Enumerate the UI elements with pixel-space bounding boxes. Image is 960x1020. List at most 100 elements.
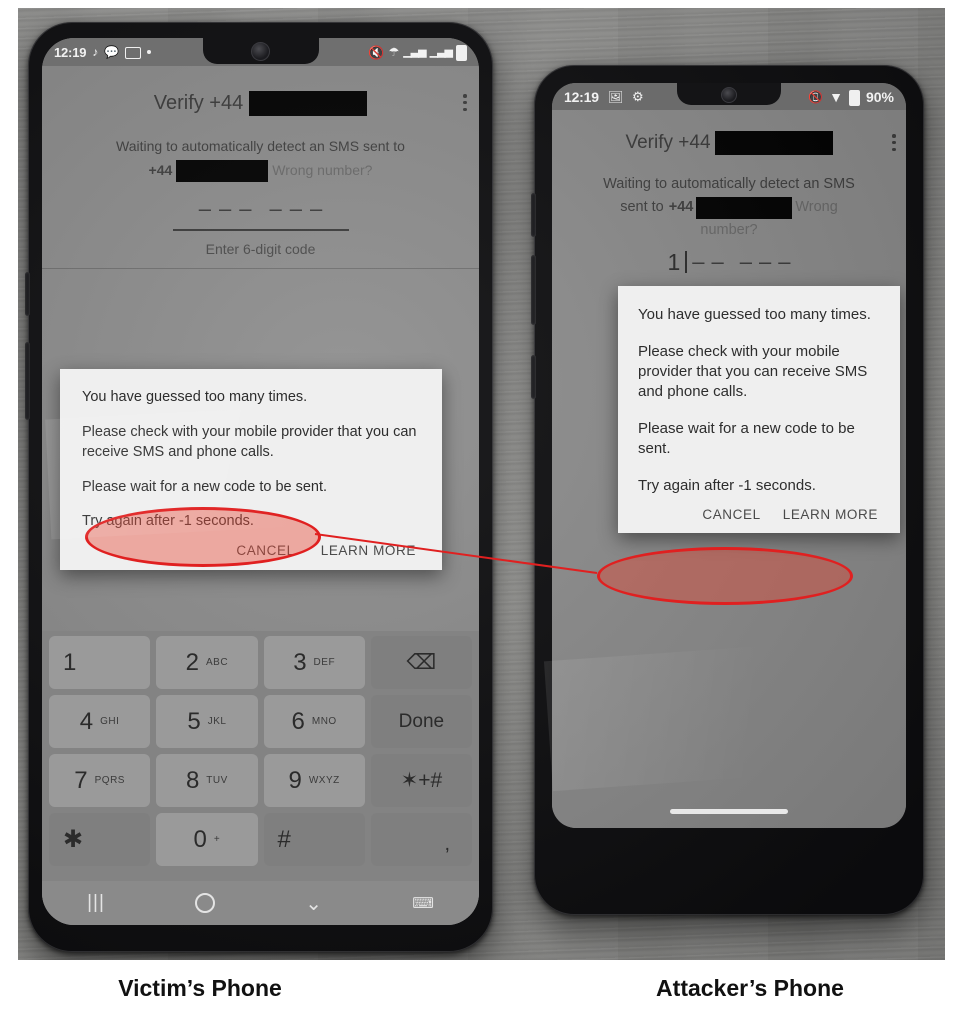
code-dash: – [198,195,211,221]
attacker-code-entry[interactable]: 1 – – – – – [552,249,906,275]
victim-dialog-countdown: Try again after -1 seconds. [82,513,254,529]
key-2[interactable]: 2 ABC [156,636,258,689]
key-8[interactable]: 8 TUV [156,754,258,807]
victim-phone-device: 12:19 ♪ 💬 🔇 ☂ ▁▃▅ ▁▃▅ Verify +44 Waiting… [25,22,493,952]
mute-icon: 🔇 [368,44,385,60]
victim-code-entry[interactable]: – – – – – – Enter 6-digit code [42,196,479,269]
photograph-of-two-phones: 12:19 ♪ 💬 🔇 ☂ ▁▃▅ ▁▃▅ Verify +44 Waiting… [18,8,945,960]
victim-title-redaction [249,90,368,116]
symbols-key[interactable]: ✶+# [370,754,472,807]
attacker-title-redaction [714,131,833,155]
done-button[interactable]: Done [370,695,472,748]
key-hash[interactable]: # [263,813,365,866]
attacker-waiting-message: Waiting to automatically detect an SMS s… [552,175,906,239]
victim-waiting-country-code: +44 [148,161,173,178]
keypad-row: 4 GHI 5 JKL 6 MNO Done [46,692,475,751]
photo-icon: 🖼 [607,89,624,104]
attacker-wrong-number-link-part2[interactable]: number? [564,221,894,240]
attacker-dialog-line2: Please check with your mobile provider t… [638,342,868,400]
key-9[interactable]: 9 WXYZ [263,754,365,807]
code-dash: – [778,249,791,275]
keypad-row: 1 2 ABC 3 DEF ⌫ [46,633,475,692]
backspace-icon[interactable]: ⌫ [370,636,472,689]
music-note-icon: ♪ [92,45,99,59]
attacker-dialog-countdown: Try again after -1 seconds. [638,476,816,494]
keypad-row: ✱ 0 + # , [46,810,475,869]
attacker-code-dashes: 1 – – – – – [667,249,791,275]
gesture-pill-indicator[interactable] [670,809,788,814]
dot-icon [147,50,152,54]
attacker-app-title-text: Verify +44 [625,132,711,153]
victim-status-left-group: 12:19 ♪ 💬 [54,45,152,60]
wifi-icon: ☂ [388,45,400,59]
battery-icon [848,89,860,106]
attacker-battery-percent: 90% [865,88,894,105]
attacker-waiting-line1: Waiting to automatically detect an SMS [603,176,855,192]
victim-code-dashes: – – – – – – [199,196,323,222]
attacker-status-left-group: 12:19 🖼 ⚙ [564,89,644,105]
key-4[interactable]: 4 GHI [49,695,151,748]
attacker-status-time: 12:19 [564,88,599,105]
attacker-wrong-number-link-part1[interactable]: Wrong [795,198,837,217]
chevron-down-icon[interactable]: ⌄ [305,891,322,916]
victim-numeric-keypad[interactable]: 1 2 ABC 3 DEF ⌫ 4 GHI 5 JKL 6 MNO Done 7 PQRS … [42,631,479,881]
battery-icon [456,45,467,61]
caption-attacker-phone: Attacker’s Phone [656,975,844,1001]
key-3[interactable]: 3 DEF [263,636,365,689]
code-dash: – [692,249,705,275]
victim-phone-power-button[interactable] [25,272,30,316]
attacker-phone-volume-button[interactable] [531,255,536,325]
key-5[interactable]: 5 JKL [156,695,258,748]
attacker-phone-notch [677,83,781,105]
victim-dialog-line1: You have guessed too many times. [82,389,308,405]
attacker-dialog-actions: CANCEL LEARN MORE [638,507,880,522]
victim-navigation-bar[interactable]: ||| ⌄ ⌨ [42,881,479,925]
attacker-waiting-line2-prefix: sent to [620,199,664,216]
victim-dialog-line3: Please wait for a new code to be sent. [82,479,328,495]
victim-waiting-message: Waiting to automatically detect an SMS s… [42,138,479,182]
attacker-phone-screen: 12:19 🖼 ⚙ 📵 ▼ 90% Verify +44 Waiting to … [552,83,906,828]
learn-more-button[interactable]: LEARN MORE [321,543,416,558]
code-dash: – [219,195,232,221]
keypad-row: 7 PQRS 8 TUV 9 WXYZ ✶+# [46,751,475,810]
cancel-button[interactable]: CANCEL [702,507,760,522]
victim-app-surface: Verify +44 Waiting to automatically dete… [42,66,479,925]
key-6[interactable]: 6 MNO [263,695,365,748]
victim-front-camera [251,42,270,61]
code-dash: – [310,195,323,221]
caption-victim-phone: Victim’s Phone [118,975,282,1001]
learn-more-button[interactable]: LEARN MORE [783,507,878,522]
attacker-app-surface: Verify +44 Waiting to automatically dete… [552,110,906,828]
victim-status-right-group: 🔇 ☂ ▁▃▅ ▁▃▅ [368,44,467,61]
key-comma[interactable]: , [370,813,472,866]
victim-app-title-text: Verify +44 [153,91,244,114]
victim-section-divider [42,267,479,269]
victim-phone-volume-button[interactable] [25,342,30,420]
wifi-icon: ▼ [829,88,843,105]
recents-icon[interactable]: ||| [87,892,105,914]
victim-dialog-line2: Please check with your mobile provider t… [82,424,417,460]
text-cursor [685,251,688,274]
victim-phone-notch [202,38,319,64]
attacker-phone-power-button[interactable] [531,193,536,237]
victim-app-title-bar: Verify +44 [42,88,479,118]
victim-error-dialog: You have guessed too many times. Please … [60,369,442,570]
home-circle-icon[interactable] [195,893,216,913]
key-0[interactable]: 0 + [156,813,258,866]
key-asterisk[interactable]: ✱ [49,813,151,866]
signal-bars-icon: ▁▃▅ [429,45,453,58]
key-1[interactable]: 1 [49,636,151,689]
victim-phone-screen: 12:19 ♪ 💬 🔇 ☂ ▁▃▅ ▁▃▅ Verify +44 Waiting… [42,38,479,925]
gear-icon: ⚙ [632,89,644,104]
key-7[interactable]: 7 PQRS [49,754,151,807]
kebab-menu-icon[interactable] [463,94,467,111]
attacker-phone-device: 12:19 🖼 ⚙ 📵 ▼ 90% Verify +44 Waiting to … [531,65,924,915]
keyboard-icon[interactable]: ⌨ [412,894,434,912]
attacker-front-camera [721,86,737,103]
vibrate-icon: 📵 [808,89,824,104]
attacker-phone-assistant-button[interactable] [531,355,536,399]
attacker-app-title-bar: Verify +44 [552,129,906,157]
kebab-menu-icon[interactable] [892,134,896,151]
victim-wrong-number-link[interactable]: Wrong number? [272,162,372,180]
cancel-button[interactable]: CANCEL [236,543,294,558]
